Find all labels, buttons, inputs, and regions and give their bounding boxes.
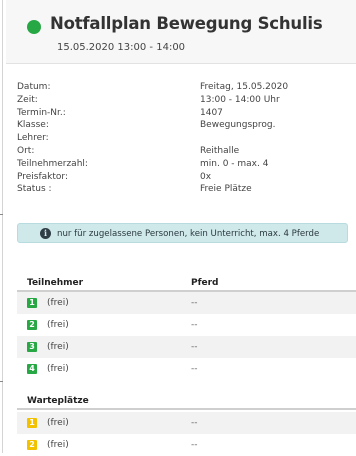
col-participant: Teilnehmer	[27, 278, 84, 288]
horse-name: --	[191, 342, 198, 352]
info-alert: i nur für zugelassene Personen, kein Unt…	[17, 223, 348, 243]
table-row: 3 (frei) --	[17, 336, 356, 358]
event-title: Notfallplan Bewegung Schulis	[50, 14, 323, 33]
table-row: 2 (frei) --	[17, 314, 356, 336]
detail-row-datum: Datum: Freitag, 15.05.2020	[17, 82, 289, 92]
participant-name: (frei)	[47, 342, 69, 352]
event-subtitle: 15.05.2020 13:00 - 14:00	[57, 42, 186, 53]
col-horse: Pferd	[191, 278, 219, 288]
participant-name: (frei)	[47, 364, 69, 374]
table-row: 4 (frei) --	[17, 358, 356, 380]
participant-name: (frei)	[47, 418, 69, 428]
detail-row-status: Status : Freie Plätze	[17, 184, 252, 195]
horse-name: --	[191, 418, 198, 428]
waitlist-table: 1 (frei) -- 2 (frei) --	[17, 412, 356, 456]
participant-name: (frei)	[47, 298, 69, 308]
participants-table: Teilnehmer Pferd 1 (frei) -- 2 (frei) --…	[17, 272, 356, 380]
waitlist-header: Warteplätze	[17, 390, 356, 410]
detail-row-teilnehmerzahl: Teilnehmerzahl: min. 0 - max. 4	[17, 158, 269, 169]
detail-row-lehrer: Lehrer:	[17, 133, 49, 144]
participant-name: (frei)	[47, 320, 69, 330]
status-dot-icon	[27, 20, 41, 34]
detail-row-klasse: Klasse: Bewegungsprog.	[17, 120, 276, 131]
event-header: Notfallplan Bewegung Schulis 15.05.2020 …	[6, 0, 356, 64]
horse-name: --	[191, 298, 198, 308]
scroll-tick	[0, 381, 3, 382]
detail-row-zeit: Zeit: 13:00 - 14:00 Uhr	[17, 94, 280, 105]
slot-number-badge: 3	[27, 342, 37, 352]
scroll-tick	[0, 214, 3, 215]
slot-number-badge: 1	[27, 418, 37, 428]
detail-row-termin: Termin-Nr.: 1407	[17, 107, 223, 118]
participants-header: Teilnehmer Pferd	[17, 272, 356, 292]
horse-name: --	[191, 440, 198, 450]
info-text: nur für zugelassene Personen, kein Unter…	[57, 229, 320, 239]
horse-name: --	[191, 320, 198, 330]
detail-row-preisfaktor: Preisfaktor: 0x	[17, 171, 212, 182]
detail-row-ort: Ort: Reithalle	[17, 145, 240, 156]
left-border	[2, 0, 3, 453]
horse-name: --	[191, 364, 198, 374]
table-row: 1 (frei) --	[17, 412, 356, 434]
slot-number-badge: 2	[27, 320, 37, 330]
slot-number-badge: 4	[27, 364, 37, 374]
slot-number-badge: 2	[27, 440, 37, 450]
info-circle-icon: i	[40, 228, 51, 239]
table-row: 1 (frei) --	[17, 292, 356, 314]
event-details: Datum: Freitag, 15.05.2020 Zeit: 13:00 - 1…	[17, 81, 347, 196]
participant-name: (frei)	[47, 440, 69, 450]
waitlist-heading: Warteplätze	[27, 396, 89, 406]
slot-number-badge: 1	[27, 298, 37, 308]
